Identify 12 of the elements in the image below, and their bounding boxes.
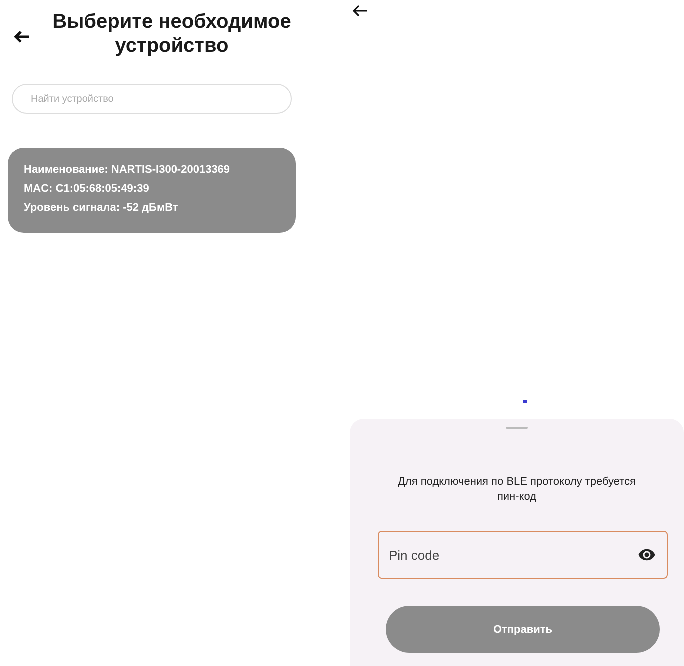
search-field[interactable]: Найти устройство [12, 84, 292, 114]
device-info-text: Уровень сигнала: -52 дБмВт [24, 202, 180, 215]
dash-mark [523, 400, 527, 403]
pin-message: Для подключения по BLE протоколу требуется пин-код [396, 475, 638, 505]
back-arrow-icon [14, 30, 30, 44]
device-card[interactable]: Наименование: NARTIS-I300-20013369 MAC: C1:05:68:05:49:39 Уровень сигнала: -52 дБмВт [8, 148, 296, 233]
screen-title: Выберите необходимое устройство [52, 10, 292, 58]
pin-code-field[interactable]: Pin code [378, 531, 668, 579]
device-info-text: MAC: C1:05:68:05:49:39 [24, 183, 150, 196]
back-arrow-icon [352, 4, 368, 18]
drag-handle[interactable] [506, 427, 528, 429]
device-info-text: Наименование: NARTIS-I300-20013369 [24, 164, 232, 177]
